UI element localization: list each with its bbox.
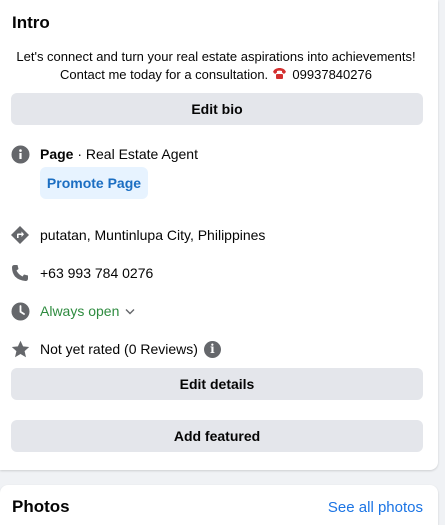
- edit-details-button[interactable]: Edit details: [11, 368, 423, 400]
- directions-icon: [10, 225, 30, 245]
- info-circle-icon[interactable]: i: [203, 340, 221, 358]
- page-info-row: Page · Real Estate Agent: [10, 143, 198, 165]
- add-featured-button[interactable]: Add featured: [11, 420, 423, 452]
- address-row: putatan, Muntinlupa City, Philippines: [10, 224, 265, 246]
- address-text: putatan, Muntinlupa City, Philippines: [40, 227, 266, 243]
- bio-text: Let's connect and turn your real estate …: [6, 48, 426, 84]
- star-icon: [10, 339, 30, 359]
- clock-icon: [10, 301, 30, 321]
- intro-card: Intro Let's connect and turn your real e…: [0, 0, 438, 470]
- phone-text: +63 993 784 0276: [40, 265, 154, 281]
- edit-bio-button[interactable]: Edit bio: [11, 93, 423, 125]
- intro-title: Intro: [12, 13, 50, 32]
- phone-icon: [10, 263, 30, 283]
- bio-line-2: Contact me today for a consultation. 099…: [6, 66, 426, 84]
- chevron-down-icon[interactable]: [125, 308, 135, 315]
- bio-line-1: Let's connect and turn your real estate …: [16, 49, 416, 64]
- info-icon: [10, 144, 30, 164]
- photos-title: Photos: [12, 497, 70, 516]
- hours-text: Always open: [40, 303, 120, 319]
- page-label: Page: [40, 146, 74, 162]
- promote-page-button[interactable]: Promote Page: [40, 167, 148, 199]
- phone-receiver-icon: [272, 68, 287, 81]
- rating-text: Not yet rated (0 Reviews): [40, 341, 198, 357]
- bio-line-2-text: Contact me today for a consultation.: [60, 67, 269, 82]
- page-category: · Real Estate Agent: [73, 146, 198, 162]
- phone-row: +63 993 784 0276: [10, 262, 153, 284]
- rating-row: Not yet rated (0 Reviews) i: [10, 338, 221, 360]
- hours-row[interactable]: Always open: [10, 300, 135, 322]
- bio-phone: 09937840276: [292, 67, 372, 82]
